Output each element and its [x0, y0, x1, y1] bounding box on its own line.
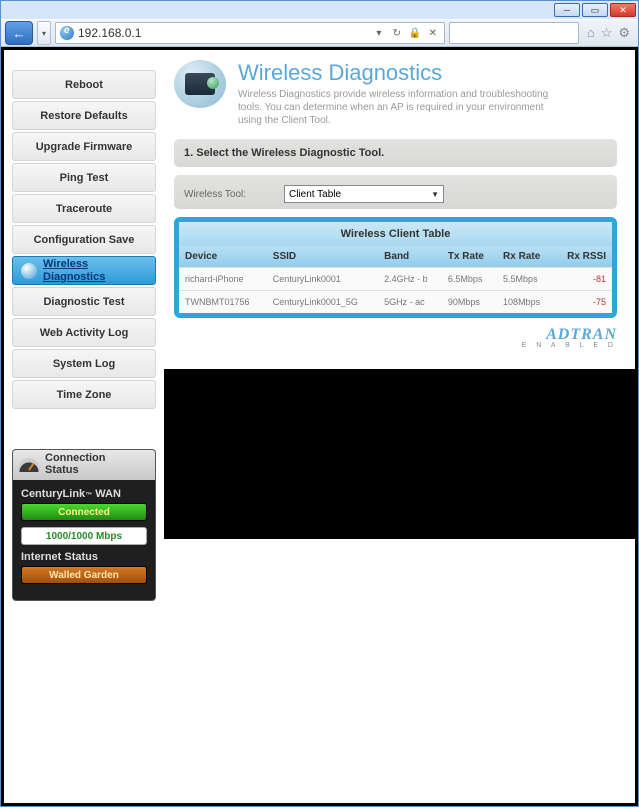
internet-status-pill: Walled Garden: [21, 566, 147, 584]
nav-traceroute[interactable]: Traceroute: [12, 194, 156, 223]
minimize-button[interactable]: ─: [554, 3, 580, 17]
address-bar[interactable]: 192.168.0.1 ▾ ↻ 🔒 ✕: [55, 22, 445, 44]
nav-wireless-diagnostics[interactable]: WirelessDiagnostics: [12, 256, 156, 285]
brand-logo: ADTRAN E N A B L E D: [174, 326, 617, 349]
wireless-tool-select[interactable]: Client Table: [284, 185, 444, 203]
table-row: richard-iPhoneCenturyLink00012.4GHz - b6…: [179, 268, 612, 291]
panel-title: 1. Select the Wireless Diagnostic Tool.: [184, 147, 607, 159]
internet-status-label: Internet Status: [21, 551, 147, 563]
favorite-icon[interactable]: ☆: [601, 25, 613, 41]
maximize-button[interactable]: ▭: [582, 3, 608, 17]
settings-icon[interactable]: ⚙: [618, 25, 630, 41]
page-header-icon: [174, 60, 226, 108]
back-button[interactable]: ←: [5, 21, 33, 45]
nav-reboot[interactable]: Reboot: [12, 70, 156, 99]
nav-diagnostic-test[interactable]: Diagnostic Test: [12, 287, 156, 316]
addr-dropdown-icon[interactable]: ▾: [372, 28, 386, 39]
home-icon[interactable]: ⌂: [587, 25, 595, 41]
page-description: Wireless Diagnostics provide wireless in…: [238, 88, 558, 127]
wan-label: CenturyLink™ WAN: [21, 488, 147, 500]
table-title: Wireless Client Table: [179, 222, 612, 246]
wireless-tool-label: Wireless Tool:: [184, 189, 284, 200]
wan-status-pill: Connected: [21, 503, 147, 521]
wireless-client-table: Wireless Client Table Device SSID Band T…: [174, 217, 617, 318]
close-button[interactable]: ✕: [610, 3, 636, 17]
nav-system-log[interactable]: System Log: [12, 349, 156, 378]
gauge-icon: [19, 458, 39, 472]
globe-icon: [21, 263, 37, 279]
browser-toolbar: ← ▾ 192.168.0.1 ▾ ↻ 🔒 ✕ ⌂ ☆ ⚙: [1, 19, 638, 47]
nav-configuration-save[interactable]: Configuration Save: [12, 225, 156, 254]
url-text: 192.168.0.1: [78, 26, 368, 40]
table-header-row: Device SSID Band Tx Rate Rx Rate Rx RSSI: [179, 246, 612, 268]
window-titlebar: ─ ▭ ✕: [1, 1, 638, 19]
page-title: Wireless Diagnostics: [238, 60, 558, 86]
nav-restore-defaults[interactable]: Restore Defaults: [12, 101, 156, 130]
nav-upgrade-firmware[interactable]: Upgrade Firmware: [12, 132, 156, 161]
nav-ping-test[interactable]: Ping Test: [12, 163, 156, 192]
table-row: TWNBMT01756CenturyLink0001_5G5GHz - ac90…: [179, 291, 612, 314]
connection-status-panel: ConnectionStatus CenturyLink™ WAN Connec…: [12, 449, 156, 601]
ie-icon: [60, 26, 74, 40]
stop-icon[interactable]: ✕: [426, 28, 440, 39]
wan-speed-pill: 1000/1000 Mbps: [21, 527, 147, 545]
tool-select-panel: 1. Select the Wireless Diagnostic Tool.: [174, 139, 617, 167]
lock-icon: 🔒: [408, 28, 422, 39]
nav-time-zone[interactable]: Time Zone: [12, 380, 156, 409]
blank-area: [164, 369, 635, 539]
search-input[interactable]: [449, 22, 579, 44]
refresh-icon[interactable]: ↻: [390, 28, 404, 39]
nav-history-dropdown[interactable]: ▾: [37, 21, 51, 45]
nav-web-activity-log[interactable]: Web Activity Log: [12, 318, 156, 347]
